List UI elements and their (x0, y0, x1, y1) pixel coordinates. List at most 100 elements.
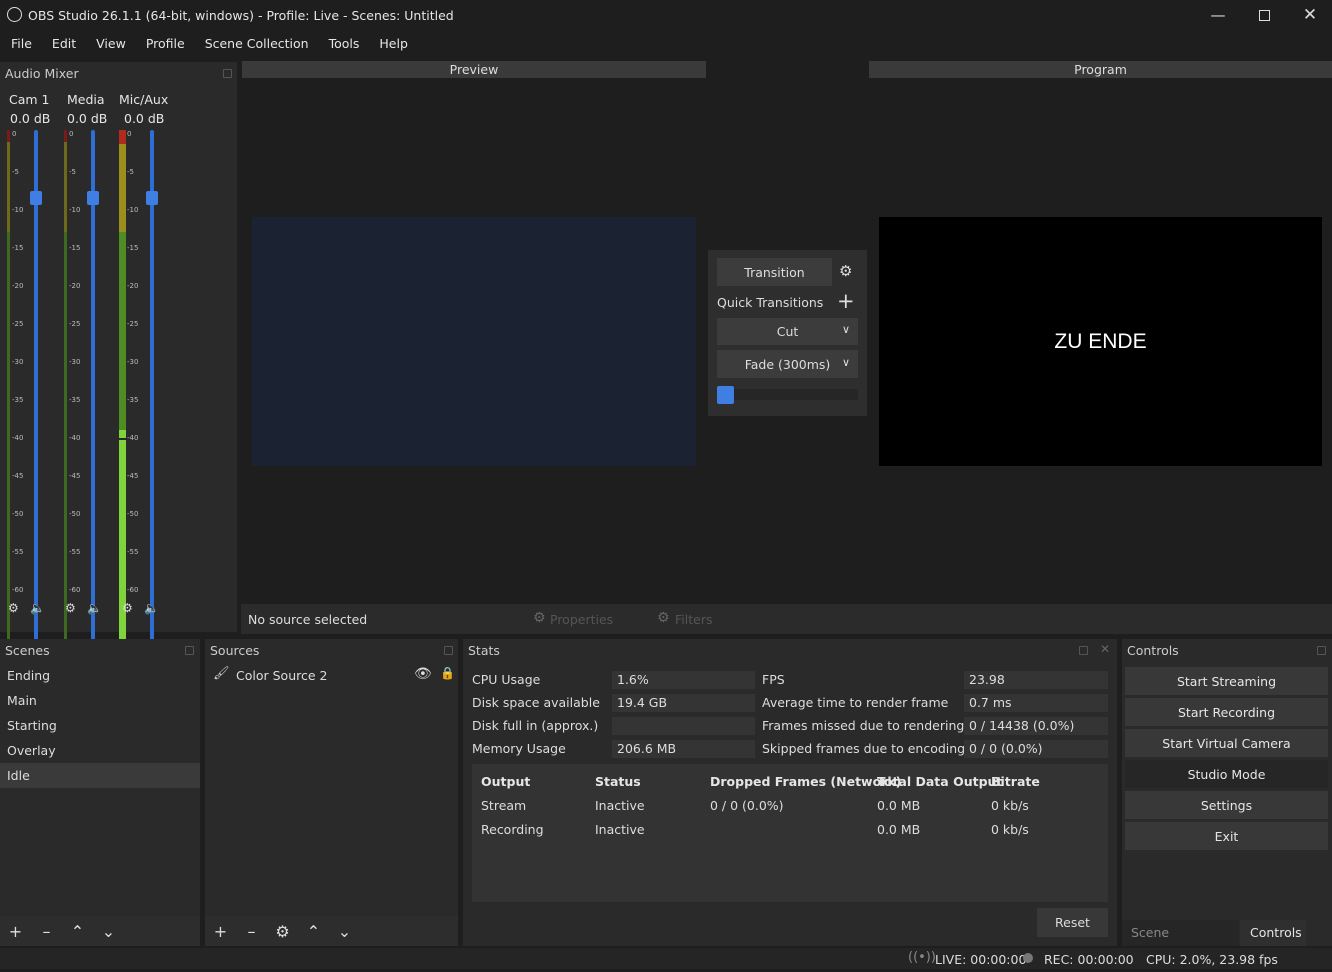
minimize-button[interactable]: — (1195, 0, 1241, 30)
undock-icon[interactable] (1079, 646, 1088, 655)
start-streaming-button[interactable]: Start Streaming (1125, 667, 1328, 695)
source-toolbar: No source selected ⚙ Properties ⚙ Filter… (241, 604, 1332, 634)
sources-title: Sources (210, 642, 260, 658)
scene-item[interactable]: Main (0, 688, 200, 713)
cut-transition-button[interactable]: Cut ∨ (717, 318, 858, 345)
live-time: LIVE: 00:00:00 (935, 952, 1027, 967)
start-recording-button[interactable]: Start Recording (1125, 698, 1328, 726)
studio-mode-button[interactable]: Studio Mode (1125, 760, 1328, 788)
gear-icon[interactable]: ⚙ (839, 262, 852, 280)
meter-tick: -35 (12, 396, 24, 404)
meter-tick: -45 (69, 472, 81, 480)
table-header: Dropped Frames (Network) (710, 774, 902, 789)
filters-button[interactable]: Filters (675, 612, 712, 627)
volume-slider-media[interactable] (91, 130, 95, 658)
scene-item-selected[interactable]: Idle (0, 763, 200, 788)
preview-canvas[interactable] (252, 217, 696, 466)
speaker-icon[interactable]: 🔈 (30, 601, 45, 615)
add-icon[interactable]: + (205, 922, 236, 941)
reset-button[interactable]: Reset (1037, 908, 1108, 937)
volume-knob-micaux[interactable] (146, 191, 158, 205)
lock-icon[interactable]: 🔒 (440, 666, 455, 680)
fade-transition-button[interactable]: Fade (300ms) ∨ (717, 350, 858, 378)
undock-icon[interactable] (223, 69, 232, 78)
scene-item[interactable]: Ending (0, 663, 200, 688)
add-icon[interactable]: + (0, 922, 31, 941)
meter-tick: -60 (69, 586, 81, 594)
source-item[interactable]: 🖌 Color Source 2 👁 🔒 (205, 663, 458, 688)
maximize-button[interactable] (1241, 0, 1287, 30)
tab-scene-transitions[interactable]: Scene Transitions (1122, 920, 1239, 966)
remove-icon[interactable]: – (236, 922, 267, 941)
audio-mixer-title: Audio Mixer (5, 66, 79, 81)
undock-icon[interactable] (185, 646, 194, 655)
speaker-icon[interactable]: 🔈 (144, 601, 159, 615)
volume-slider-micaux[interactable] (150, 130, 154, 658)
meter-tick: -5 (12, 168, 19, 176)
t-bar-handle[interactable] (717, 386, 734, 404)
meter-tick: 0 (12, 130, 17, 138)
exit-button[interactable]: Exit (1125, 822, 1328, 850)
settings-button[interactable]: Settings (1125, 791, 1328, 819)
eye-icon[interactable]: 👁 (414, 666, 432, 682)
program-text: ZU ENDE (1054, 329, 1147, 353)
scenes-title: Scenes (5, 642, 50, 658)
scenes-toolbar: + – ⌃ ⌄ (0, 916, 200, 946)
gear-icon[interactable]: ⚙ (122, 601, 133, 615)
speaker-icon[interactable]: 🔈 (87, 601, 102, 615)
meter-tick: -60 (12, 586, 24, 594)
stat-label: Memory Usage (472, 741, 566, 756)
move-down-icon[interactable]: ⌄ (93, 922, 124, 941)
table-header: Output (481, 774, 531, 789)
menu-profile[interactable]: Profile (135, 36, 194, 51)
gear-icon[interactable]: ⚙ (65, 601, 76, 615)
transition-button[interactable]: Transition (717, 258, 832, 286)
meter-tick: -10 (69, 206, 81, 214)
menu-edit[interactable]: Edit (41, 36, 85, 51)
undock-icon[interactable] (444, 646, 453, 655)
meter-tick: -15 (69, 244, 81, 252)
title-bar: OBS Studio 26.1.1 (64-bit, windows) - Pr… (0, 0, 1332, 30)
table-cell: 0 kb/s (991, 822, 1029, 837)
table-cell: 0 / 0 (0.0%) (710, 798, 784, 813)
close-icon[interactable]: ✕ (1100, 642, 1110, 656)
table-header: Status (595, 774, 641, 789)
table-header: Bitrate (991, 774, 1040, 789)
move-down-icon[interactable]: ⌄ (329, 922, 360, 941)
broadcast-icon: ((•)) (908, 950, 936, 965)
stat-value: 19.4 GB (612, 694, 755, 712)
menu-help[interactable]: Help (368, 36, 417, 51)
move-up-icon[interactable]: ⌃ (298, 922, 329, 941)
volume-knob-cam1[interactable] (30, 191, 42, 205)
volume-knob-media[interactable] (87, 191, 99, 205)
move-up-icon[interactable]: ⌃ (62, 922, 93, 941)
scene-item[interactable]: Starting (0, 713, 200, 738)
channel-name-media: Media (67, 92, 105, 107)
tab-controls[interactable]: Controls (1240, 920, 1306, 946)
t-bar-slider[interactable] (717, 389, 858, 400)
volume-slider-cam1[interactable] (34, 130, 38, 658)
sources-toolbar: + – ⚙ ⌃ ⌄ (205, 916, 458, 946)
properties-button[interactable]: Properties (550, 612, 613, 627)
gear-icon[interactable]: ⚙ (267, 922, 298, 941)
table-cell: Inactive (595, 822, 645, 837)
menu-scene-collection[interactable]: Scene Collection (194, 36, 318, 51)
close-button[interactable]: ✕ (1287, 0, 1332, 30)
menu-file[interactable]: File (0, 36, 41, 51)
fade-label: Fade (300ms) (744, 356, 831, 372)
remove-icon[interactable]: – (31, 922, 62, 941)
menu-view[interactable]: View (85, 36, 135, 51)
menu-tools[interactable]: Tools (318, 36, 369, 51)
filter-icon: ⚙ (657, 610, 670, 626)
add-icon[interactable]: + (837, 289, 855, 313)
stat-label: CPU Usage (472, 672, 541, 687)
program-label: Program (869, 61, 1332, 78)
table-cell: Recording (481, 822, 544, 837)
start-virtual-camera-button[interactable]: Start Virtual Camera (1125, 729, 1328, 757)
meter-tick: -30 (12, 358, 24, 366)
undock-icon[interactable] (1317, 646, 1326, 655)
cpu-fps: CPU: 2.0%, 23.98 fps (1146, 952, 1278, 967)
scene-item[interactable]: Overlay (0, 738, 200, 763)
meter-tick: -45 (12, 472, 24, 480)
gear-icon[interactable]: ⚙ (8, 601, 19, 615)
